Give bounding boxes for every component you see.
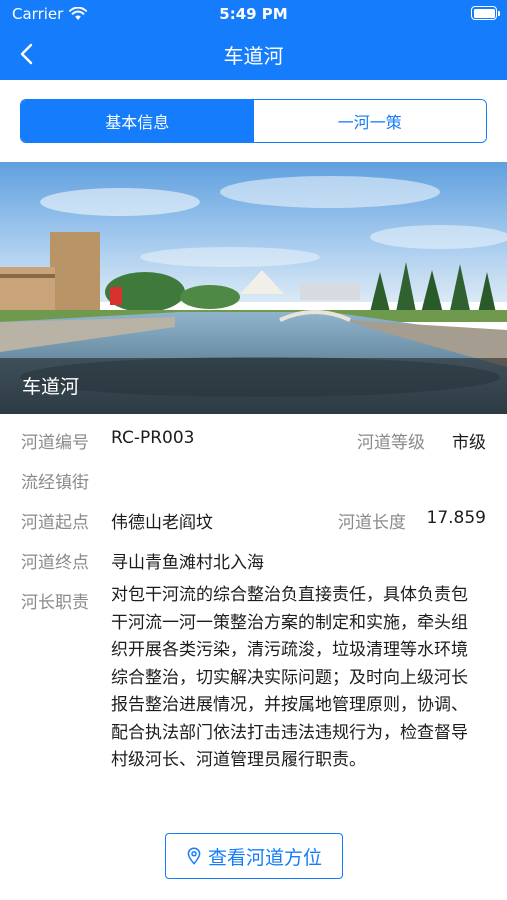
river-photo: 车道河 — [0, 162, 507, 414]
battery-icon — [471, 6, 500, 20]
status-bar: Carrier 5:49 PM — [0, 0, 507, 28]
duty-label: 河长职责 — [21, 593, 89, 613]
info-row-towns: 流经镇街 — [0, 468, 507, 508]
location-pin-icon — [187, 847, 201, 865]
river-code-label: 河道编号 — [21, 433, 89, 453]
tab-basic-info[interactable]: 基本信息 — [21, 100, 254, 142]
river-start-value: 伟德山老阎坟 — [111, 513, 213, 533]
navigation-bar: 车道河 — [0, 28, 507, 80]
page-title: 车道河 — [223, 44, 284, 68]
river-length-value: 17.859 — [426, 508, 486, 528]
info-row-code: 河道编号 RC-PR003 河道等级 市级 — [0, 428, 507, 468]
segmented-control: 基本信息 一河一策 — [20, 99, 487, 143]
river-start-label: 河道起点 — [21, 513, 89, 533]
photo-caption: 车道河 — [0, 358, 507, 414]
view-location-label: 查看河道方位 — [207, 846, 322, 869]
info-row-duty: 河长职责 对包干河流的综合整治负直接责任，具体负责包干河流一河一策整治方案的制定… — [0, 585, 507, 770]
river-code-value: RC-PR003 — [111, 428, 195, 448]
river-grade-label: 河道等级 — [357, 433, 425, 453]
river-end-value: 寻山青鱼滩村北入海 — [111, 553, 264, 573]
river-end-label: 河道终点 — [21, 553, 89, 573]
info-row-start: 河道起点 伟德山老阎坟 河道长度 17.859 — [0, 508, 507, 548]
top-bar: Carrier 5:49 PM 车道河 — [0, 0, 507, 80]
river-length-label: 河道长度 — [338, 513, 406, 533]
river-grade-value: 市级 — [452, 433, 486, 453]
clock: 5:49 PM — [219, 5, 288, 23]
towns-label: 流经镇街 — [21, 473, 89, 493]
tab-river-policy[interactable]: 一河一策 — [253, 100, 486, 142]
duty-value: 对包干河流的综合整治负直接责任，具体负责包干河流一河一策整治方案的制定和实施，牵… — [111, 585, 468, 770]
view-location-button[interactable]: 查看河道方位 — [165, 833, 343, 879]
river-info: 河道编号 RC-PR003 河道等级 市级 流经镇街 河道起点 伟德山老阎坟 河… — [0, 428, 507, 770]
